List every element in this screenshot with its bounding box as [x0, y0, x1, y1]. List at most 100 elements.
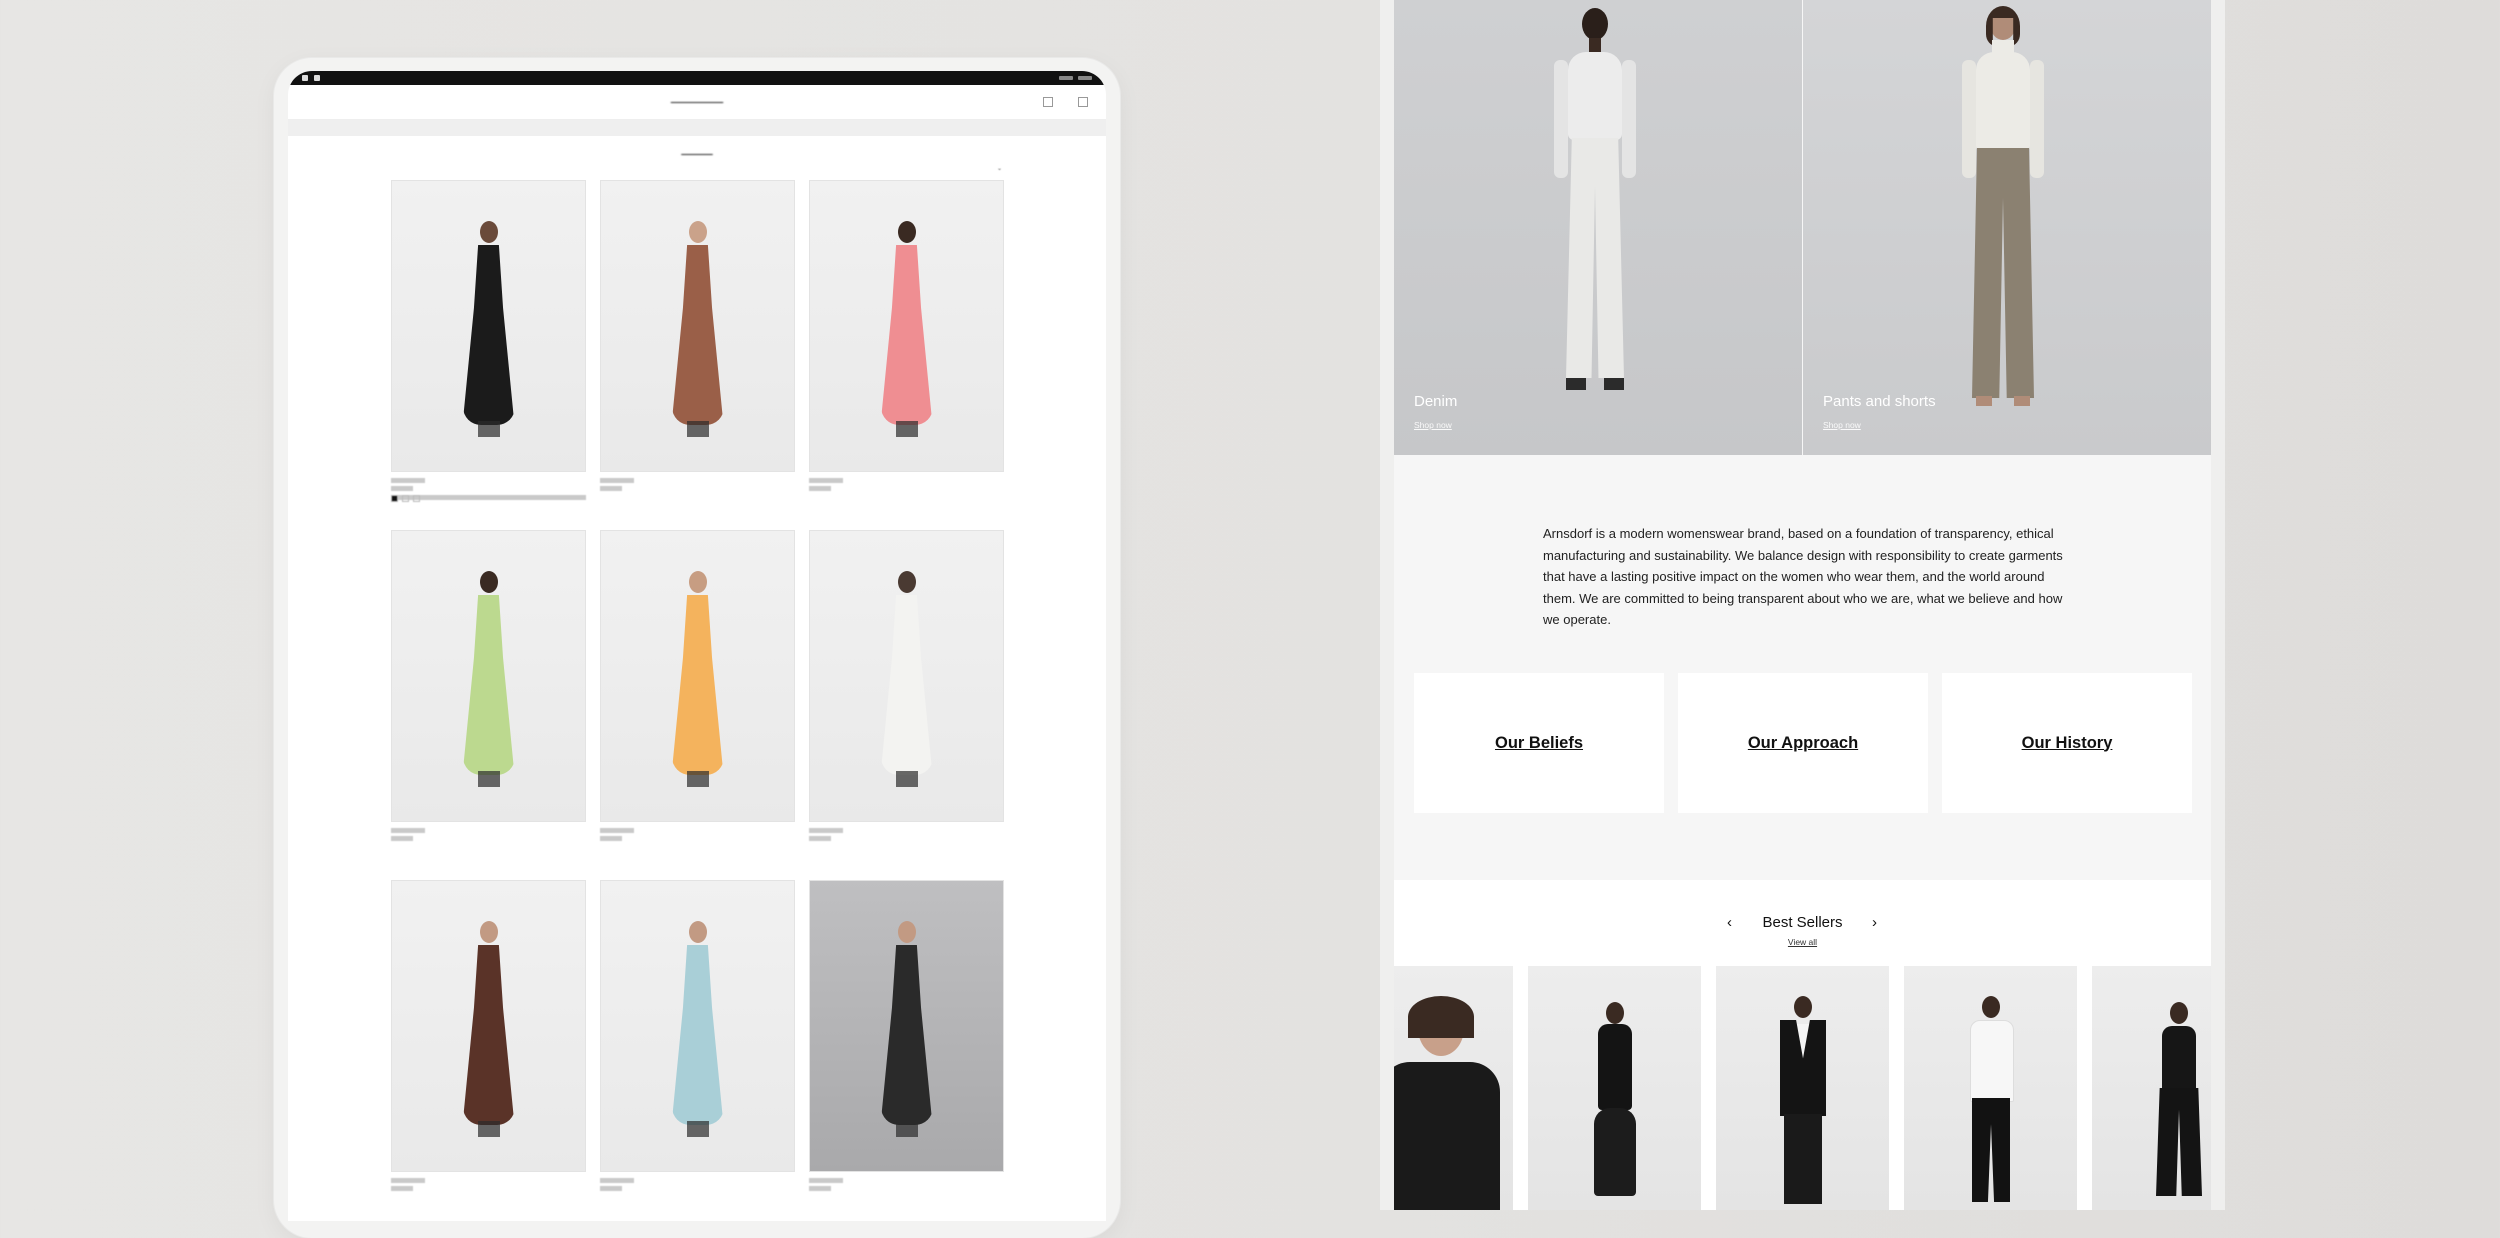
about-links: Our Beliefs Our Approach Our History — [1414, 673, 2192, 813]
product-image[interactable] — [391, 180, 586, 472]
hero-tile-denim[interactable]: Denim Shop now — [1394, 0, 1802, 455]
bag-icon[interactable] — [1078, 97, 1088, 107]
product-name-blurred — [391, 478, 425, 483]
product-meta — [391, 828, 586, 841]
product-meta — [809, 1178, 1004, 1191]
view-all-link[interactable]: View all — [1394, 937, 2211, 947]
announcement-item — [424, 125, 426, 131]
site-panel: Denim Shop now Pants and shorts Shop now — [1380, 0, 2225, 1210]
carousel-product-image[interactable] — [1904, 966, 2077, 1210]
carousel-product-image[interactable] — [1716, 966, 1889, 1210]
product-price-blurred — [600, 1186, 622, 1191]
product-card[interactable] — [391, 530, 586, 880]
product-price-blurred — [600, 486, 622, 491]
product-image[interactable] — [809, 180, 1004, 472]
nav-link-blurred[interactable] — [390, 99, 403, 105]
our-approach-link[interactable]: Our Approach — [1748, 734, 1858, 753]
tablet-mockup: ⌄ — [274, 58, 1120, 1238]
search-link[interactable] — [1006, 99, 1014, 105]
nav-link-blurred[interactable] — [334, 99, 346, 105]
nav-link-blurred[interactable] — [421, 99, 438, 105]
product-card[interactable] — [809, 880, 1004, 1221]
product-card[interactable] — [391, 880, 586, 1221]
announcement-bar — [288, 120, 1106, 136]
product-name-blurred — [809, 1178, 843, 1183]
product-price-blurred — [809, 836, 831, 841]
model-figure — [867, 181, 947, 471]
chevron-left-icon[interactable]: ‹ — [1727, 914, 1732, 931]
card-our-history[interactable]: Our History — [1942, 673, 2192, 813]
product-card[interactable] — [391, 180, 586, 530]
best-sellers-title: Best Sellers — [1762, 914, 1843, 931]
our-history-link[interactable]: Our History — [2022, 734, 2113, 753]
product-price-blurred — [391, 836, 413, 841]
product-card[interactable] — [809, 530, 1004, 880]
card-our-beliefs[interactable]: Our Beliefs — [1414, 673, 1664, 813]
product-image[interactable] — [600, 180, 795, 472]
nav-link-blurred[interactable] — [364, 99, 372, 105]
model-figure — [658, 881, 738, 1171]
product-meta — [600, 478, 795, 491]
product-image[interactable] — [391, 880, 586, 1172]
brand-statement: Arnsdorf is a modern womenswear brand, b… — [1543, 526, 2063, 627]
status-bar — [288, 71, 1106, 85]
product-meta — [600, 828, 795, 841]
shop-now-link[interactable]: Shop now — [1414, 420, 1452, 430]
site-nav — [288, 85, 1106, 120]
hero-tile-pants[interactable]: Pants and shorts Shop now — [1803, 0, 2211, 455]
product-price-blurred — [809, 486, 831, 491]
product-image[interactable] — [391, 530, 586, 822]
product-name-blurred — [600, 478, 634, 483]
status-indicators — [1059, 76, 1092, 80]
color-swatches[interactable] — [391, 495, 586, 502]
shop-now-link[interactable]: Shop now — [1823, 420, 1861, 430]
nav-link-blurred[interactable] — [306, 99, 316, 105]
announcement-item — [969, 125, 971, 131]
product-price-blurred — [391, 486, 413, 491]
wishlist-icon[interactable] — [1042, 97, 1053, 107]
product-image[interactable] — [600, 530, 795, 822]
product-price-blurred — [809, 1186, 831, 1191]
carousel-product-image[interactable] — [2092, 966, 2211, 1210]
cart-link[interactable] — [1063, 99, 1068, 105]
chevron-right-icon[interactable]: › — [1872, 914, 1877, 931]
product-meta — [809, 478, 1004, 491]
tablet-screen: ⌄ — [288, 71, 1106, 1221]
model-figure — [867, 531, 947, 821]
product-meta — [391, 478, 586, 502]
site-content: Denim Shop now Pants and shorts Shop now — [1394, 0, 2211, 1210]
model-figure — [449, 531, 529, 821]
model-figure — [449, 881, 529, 1171]
collection-title — [288, 148, 1106, 161]
status-icon — [302, 75, 308, 81]
product-price-blurred — [391, 1186, 413, 1191]
carousel-product-image[interactable] — [1394, 966, 1513, 1210]
product-meta — [600, 1178, 795, 1191]
product-card[interactable] — [600, 530, 795, 880]
product-name-blurred — [391, 1178, 425, 1183]
best-sellers-section: ‹ Best Sellers › View all — [1394, 880, 2211, 1210]
best-sellers-carousel — [1394, 966, 2211, 1210]
product-image[interactable] — [809, 880, 1004, 1172]
product-card[interactable] — [600, 180, 795, 530]
product-name-blurred — [809, 828, 843, 833]
account-link[interactable] — [1025, 99, 1033, 105]
product-name-blurred — [600, 828, 634, 833]
sort-dropdown[interactable]: ⌄ — [979, 165, 1002, 172]
model-figure — [658, 181, 738, 471]
product-grid — [391, 180, 1005, 1221]
product-meta — [391, 1178, 586, 1191]
our-beliefs-link[interactable]: Our Beliefs — [1495, 734, 1583, 753]
product-name-blurred — [391, 828, 425, 833]
product-image[interactable] — [809, 530, 1004, 822]
hero-caption: Pants and shorts — [1823, 393, 1936, 410]
site-logo[interactable] — [671, 96, 723, 109]
nav-links — [306, 99, 438, 105]
product-image[interactable] — [600, 880, 795, 1172]
carousel-product-image[interactable] — [1528, 966, 1701, 1210]
model-figure — [867, 881, 947, 1171]
nav-utilities — [1006, 97, 1088, 107]
product-card[interactable] — [600, 880, 795, 1221]
product-card[interactable] — [809, 180, 1004, 530]
card-our-approach[interactable]: Our Approach — [1678, 673, 1928, 813]
